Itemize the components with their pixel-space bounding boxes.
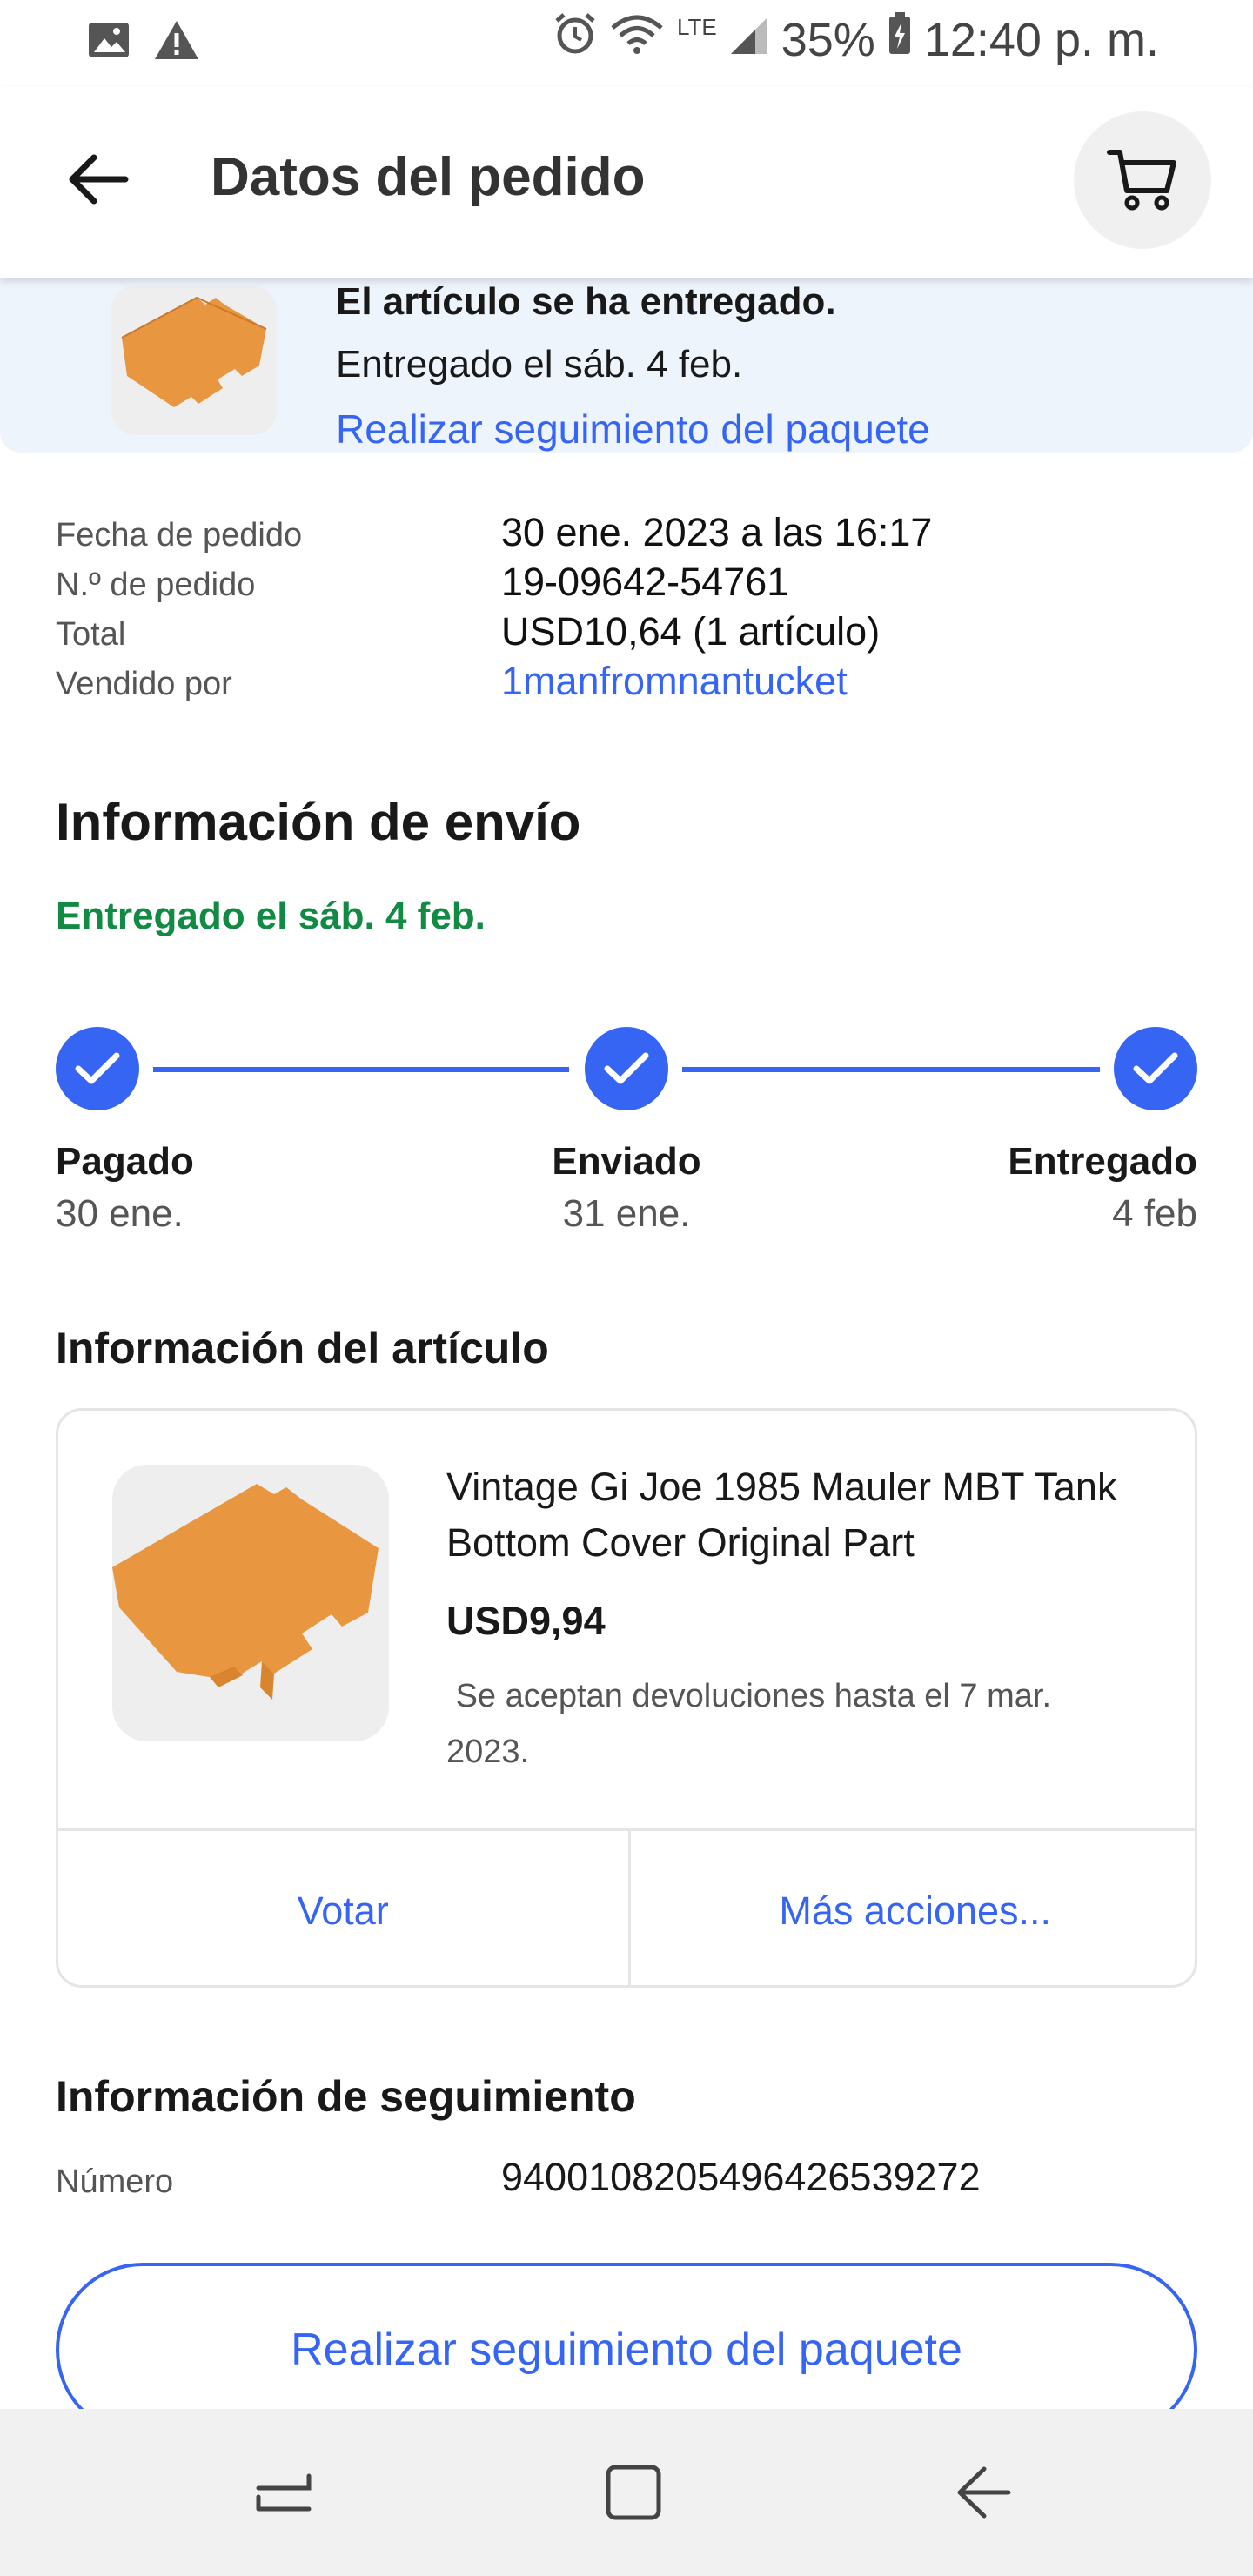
clock: 12:40 p. m. bbox=[923, 13, 1159, 66]
shipping-status: Entregado el sáb. 4 feb. bbox=[56, 895, 486, 937]
app-bar: Datos del pedido bbox=[0, 87, 1253, 278]
wifi-icon bbox=[609, 12, 665, 67]
check-icon bbox=[604, 1052, 649, 1084]
summary-row-seller: Vendido por 1manfromnantucket bbox=[56, 659, 1204, 708]
battery-percent: 35% bbox=[781, 13, 875, 66]
delivery-date: Entregado el sáb. 4 feb. bbox=[336, 343, 743, 386]
summary-label: Vendido por bbox=[56, 666, 232, 702]
step-paid-label: Pagado bbox=[56, 1140, 194, 1183]
cart-icon bbox=[1107, 150, 1176, 211]
seller-link[interactable]: 1manfromnantucket bbox=[501, 659, 848, 704]
check-icon bbox=[1133, 1052, 1178, 1084]
recent-apps-button[interactable] bbox=[240, 2449, 327, 2536]
signal-icon bbox=[729, 13, 769, 67]
delivery-status-title: El artículo se ha entregado. bbox=[336, 280, 836, 323]
network-type: LTE bbox=[676, 14, 717, 40]
item-title[interactable]: Vintage Gi Joe 1985 Mauler MBT Tank Bott… bbox=[446, 1459, 1160, 1571]
home-icon bbox=[606, 2465, 661, 2520]
summary-label: Total bbox=[56, 616, 126, 653]
shipping-section-title: Información de envío bbox=[56, 793, 581, 851]
back-button[interactable] bbox=[54, 136, 141, 223]
home-button[interactable] bbox=[590, 2449, 677, 2536]
summary-value: 19-09642-54761 bbox=[501, 560, 789, 604]
summary-label: Fecha de pedido bbox=[56, 517, 303, 553]
order-summary: Fecha de pedido 30 ene. 2023 a las 16:17… bbox=[56, 510, 1204, 708]
progress-line bbox=[153, 1067, 569, 1072]
summary-row-order-number: N.º de pedido 19-09642-54761 bbox=[56, 560, 1204, 609]
battery-icon bbox=[888, 12, 912, 67]
alarm-icon bbox=[553, 12, 597, 67]
item-returns: Se aceptan devoluciones hasta el 7 mar. … bbox=[446, 1678, 1061, 1770]
rate-button[interactable]: Votar bbox=[58, 1831, 628, 1985]
summary-value: USD10,64 (1 artículo) bbox=[501, 609, 881, 654]
step-shipped-label: Enviado bbox=[552, 1140, 701, 1183]
warning-icon bbox=[153, 19, 200, 65]
step-paid-check bbox=[56, 1027, 139, 1110]
item-image[interactable] bbox=[112, 1465, 389, 1741]
track-package-link[interactable]: Realizar seguimiento del paquete bbox=[336, 406, 930, 453]
step-shipped-check bbox=[585, 1027, 668, 1110]
step-shipped-date: 31 ene. bbox=[562, 1192, 691, 1235]
step-paid-date: 30 ene. bbox=[56, 1192, 184, 1235]
image-icon bbox=[87, 21, 131, 64]
item-card: Vintage Gi Joe 1985 Mauler MBT Tank Bott… bbox=[56, 1408, 1197, 1988]
progress-line bbox=[682, 1067, 1100, 1072]
step-delivered-check bbox=[1114, 1027, 1197, 1110]
system-nav-bar bbox=[0, 2409, 1253, 2576]
check-icon bbox=[75, 1052, 120, 1084]
cart-button[interactable] bbox=[1074, 111, 1211, 249]
summary-row-order-date: Fecha de pedido 30 ene. 2023 a las 16:17 bbox=[56, 510, 1204, 560]
summary-value: 30 ene. 2023 a las 16:17 bbox=[501, 510, 933, 554]
back-nav-icon bbox=[957, 2466, 1011, 2519]
delivered-banner: El artículo se ha entregado. Entregado e… bbox=[0, 278, 1253, 453]
recent-apps-icon bbox=[256, 2473, 312, 2512]
status-bar: LTE 35% 12:40 p. m. bbox=[0, 0, 1253, 87]
item-section-title: Información del artículo bbox=[56, 1324, 549, 1372]
more-actions-button[interactable]: Más acciones... bbox=[627, 1831, 1196, 1985]
step-delivered-label: Entregado bbox=[1008, 1140, 1197, 1183]
page-title: Datos del pedido bbox=[211, 147, 646, 207]
item-actions: Votar Más acciones... bbox=[58, 1828, 1196, 1985]
tracking-section-title: Información de seguimiento bbox=[56, 2072, 636, 2121]
item-thumbnail[interactable] bbox=[111, 285, 277, 435]
item-price: USD9,94 bbox=[446, 1599, 606, 1643]
summary-row-total: Total USD10,64 (1 artículo) bbox=[56, 609, 1204, 659]
back-nav-button[interactable] bbox=[940, 2449, 1027, 2536]
arrow-left-icon bbox=[69, 154, 129, 205]
tracking-number: 9400108205496426539272 bbox=[501, 2155, 981, 2199]
tracking-number-label: Número bbox=[56, 2163, 174, 2200]
summary-label: N.º de pedido bbox=[56, 567, 256, 603]
step-delivered-date: 4 feb bbox=[1112, 1192, 1197, 1235]
